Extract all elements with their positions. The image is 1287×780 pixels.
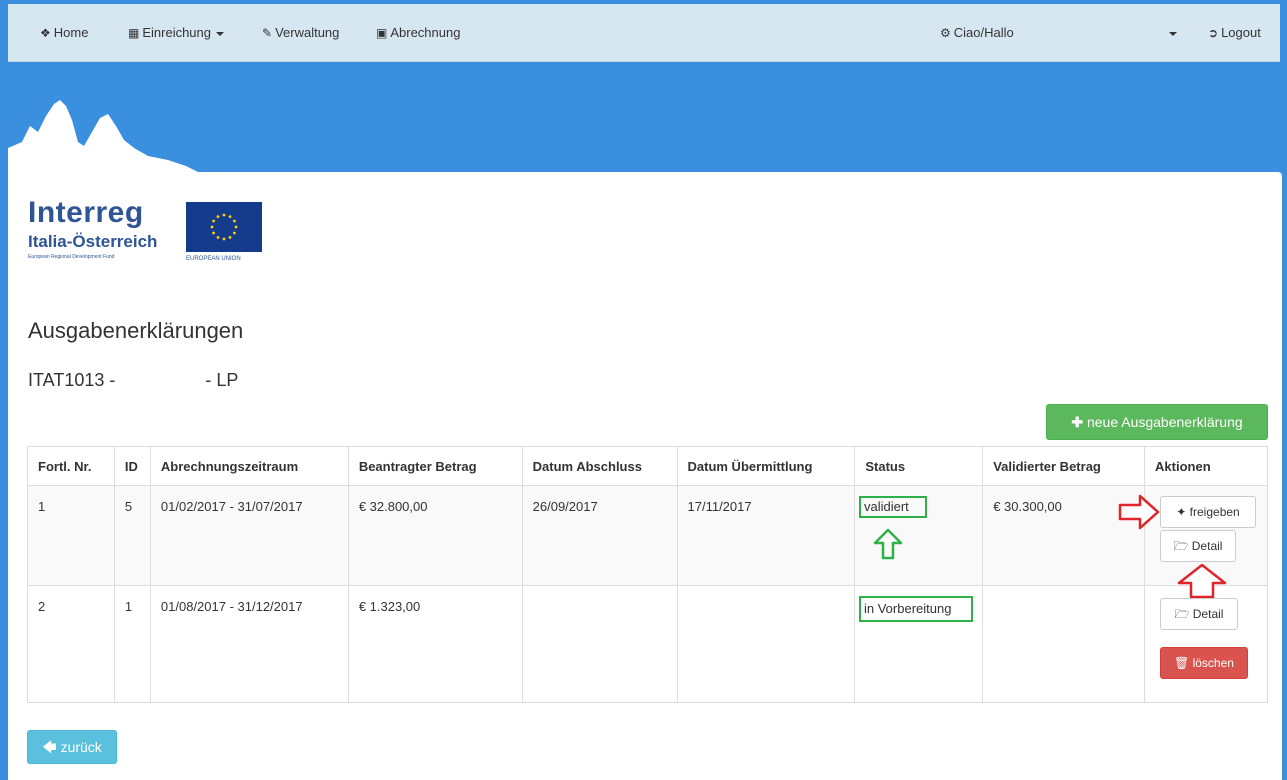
cell-id: 1 bbox=[113, 585, 151, 703]
logo-fund: European Regional Development Fund bbox=[28, 254, 115, 260]
cell-nr: 2 bbox=[27, 585, 115, 703]
back-button[interactable]: 🡄 zurück bbox=[27, 730, 117, 764]
nav-einreichung[interactable]: ▦ Einreichung bbox=[128, 4, 224, 62]
nav-logout[interactable]: ➲ Logout bbox=[1208, 4, 1261, 62]
cell-id: 5 bbox=[113, 485, 151, 586]
cell-amount: € 32.800,00 bbox=[347, 485, 523, 586]
col-header: Abrechnungszeitraum bbox=[149, 446, 349, 486]
cell-sent: 17/11/2017 bbox=[676, 485, 856, 586]
cell-amount: € 1.323,00 bbox=[347, 585, 523, 703]
table-header-row: Fortl. Nr. ID Abrechnungszeitraum Beantr… bbox=[27, 446, 1268, 486]
cell-closed bbox=[521, 585, 678, 703]
new-expense-declaration-button[interactable]: ✚ neue Ausgabenerklärung bbox=[1046, 404, 1268, 440]
pencil-icon: ✎ bbox=[262, 26, 273, 40]
page-title: Ausgabenerklärungen bbox=[28, 318, 244, 343]
chevron-down-icon bbox=[1169, 31, 1177, 36]
eu-flag-icon bbox=[186, 202, 262, 252]
delete-button[interactable]: 🗑 löschen bbox=[1160, 647, 1248, 679]
cell-period: 01/02/2017 - 31/07/2017 bbox=[149, 485, 349, 586]
table-row: 2 1 01/08/2017 - 31/12/2017 € 1.323,00 bbox=[27, 585, 1268, 703]
eu-label: EUROPEAN UNION bbox=[186, 256, 241, 262]
top-navbar: ❖ Home ▦ Einreichung ✎ Verwaltung ▣ Abrechnu… bbox=[8, 4, 1280, 62]
cell-period: 01/08/2017 - 31/12/2017 bbox=[149, 585, 349, 703]
money-icon: ▣ bbox=[376, 26, 388, 40]
status-badge: in Vorbereitung bbox=[859, 596, 973, 622]
expense-declarations-table: Fortl. Nr. ID Abrechnungszeitraum Beantr… bbox=[27, 446, 1268, 703]
chevron-down-icon bbox=[216, 31, 224, 36]
nav-verwaltung[interactable]: ✎ Verwaltung bbox=[262, 4, 339, 62]
folder-open-icon: 🗁 bbox=[1174, 607, 1190, 621]
trash-icon: 🗑 bbox=[1174, 656, 1190, 670]
nav-user-greeting[interactable]: ⚙ Ciao/Hallo bbox=[940, 4, 1014, 62]
folder-open-icon: 🗁 bbox=[1173, 539, 1189, 553]
logo-region: Italia-Österreich bbox=[28, 232, 158, 251]
green-arrow-up-icon bbox=[873, 528, 903, 560]
project-code: ITAT1013 - - LP bbox=[28, 370, 239, 390]
col-header: Fortl. Nr. bbox=[27, 446, 115, 486]
user-dropdown-toggle[interactable] bbox=[1164, 4, 1177, 62]
arrow-left-icon: 🡄 bbox=[42, 739, 57, 755]
nav-home[interactable]: ❖ Home bbox=[40, 4, 88, 62]
detail-button[interactable]: 🗁 Detail bbox=[1160, 598, 1238, 630]
logout-icon: ➲ bbox=[1208, 26, 1219, 40]
plus-icon: ✚ bbox=[1071, 414, 1084, 430]
col-header: Status bbox=[854, 446, 984, 486]
col-header: Datum Übermittlung bbox=[676, 446, 856, 486]
cell-nr: 1 bbox=[27, 485, 115, 586]
interreg-logo: Interreg Italia-Österreich European Regi… bbox=[28, 196, 268, 266]
logo-brand: Interreg bbox=[28, 196, 144, 229]
col-header: Validierter Betrag bbox=[982, 446, 1146, 486]
status-badge: validiert bbox=[859, 496, 927, 518]
nav-abrechnung[interactable]: ▣ Abrechnung bbox=[376, 4, 460, 62]
red-arrow-right-icon bbox=[1118, 494, 1160, 530]
cell-validated bbox=[982, 585, 1146, 703]
mountains-graphic bbox=[8, 100, 198, 176]
cell-closed: 26/09/2017 bbox=[521, 485, 678, 586]
col-header: ID bbox=[113, 446, 151, 486]
table-row: 1 5 01/02/2017 - 31/07/2017 € 32.800,00 … bbox=[27, 485, 1268, 586]
col-header: Datum Abschluss bbox=[521, 446, 678, 486]
cell-sent bbox=[676, 585, 856, 703]
building-icon: ▦ bbox=[128, 26, 140, 40]
red-arrow-up-icon bbox=[1177, 563, 1227, 599]
magic-wand-icon: ✦ bbox=[1176, 505, 1187, 519]
gear-icon: ⚙ bbox=[940, 26, 951, 40]
detail-button[interactable]: 🗁 Detail bbox=[1160, 530, 1236, 562]
home-icon: ❖ bbox=[40, 26, 51, 40]
release-button[interactable]: ✦ freigeben bbox=[1160, 496, 1256, 528]
col-header: Beantragter Betrag bbox=[347, 446, 523, 486]
col-header: Aktionen bbox=[1144, 446, 1268, 486]
